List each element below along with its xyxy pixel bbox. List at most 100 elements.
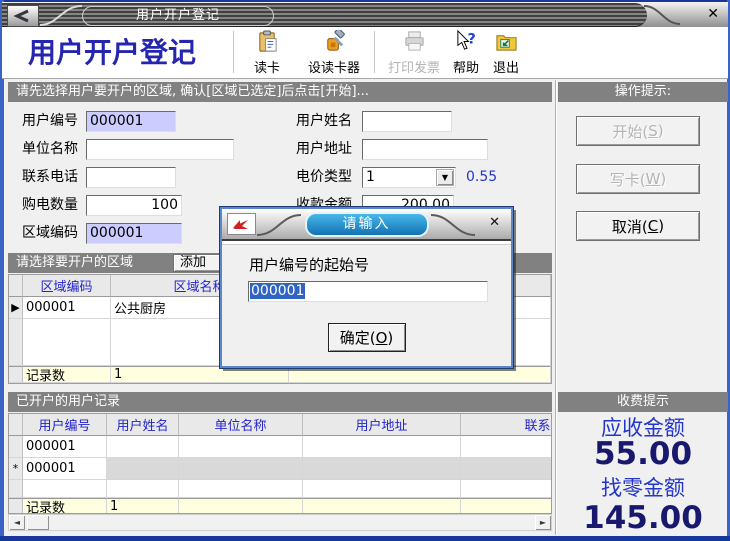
close-icon[interactable]: ✕ [707,6,719,22]
user-address-field[interactable] [362,139,488,160]
window-border-bottom [0,536,730,541]
user-name-field[interactable] [362,111,452,132]
area-row-code[interactable]: 000001 [23,297,111,319]
records-row-cell[interactable] [179,436,303,458]
price-type-label: 电价类型 [296,167,352,188]
dialog-input-selected-text: 000001 [250,283,305,299]
records-footer-filler [461,498,552,514]
new-row-marker: * [9,458,23,480]
write-card-label-end: ) [660,170,666,188]
start-button-label-end: ) [658,122,664,140]
chevron-down-icon[interactable]: ▼ [436,169,454,186]
records-row-user-id[interactable]: 000001 [23,436,107,458]
change-value: 145.00 [558,500,728,536]
read-card-label: 读卡 [254,57,280,76]
records-col-phone[interactable]: 联系电话 [461,414,552,436]
records-footer-filler [179,498,303,514]
records-table: 用户编号 用户姓名 单位名称 用户地址 联系电话 000001 * 000001… [8,413,552,514]
cancel-button-accel: C [648,217,658,235]
exit-button[interactable]: 退出 [490,30,522,76]
dialog-prompt: 用户编号的起始号 [249,254,369,275]
records-row-cell[interactable] [303,458,461,480]
setup-reader-button[interactable]: 设读卡器 [300,30,368,76]
records-col-user-id[interactable]: 用户编号 [23,414,107,436]
dialog-body: 用户编号的起始号 000001 确定(O) [222,245,511,367]
window-title: 用户开户登记 [82,6,274,26]
print-invoice-button: 打印发票 [382,30,446,76]
start-button-label: 开始( [612,121,648,142]
window-border-left [0,0,4,541]
user-name-label: 用户姓名 [296,111,352,132]
dialog-close-icon[interactable]: ✕ [489,215,500,230]
help-icon: ? [455,30,478,57]
ops-panel-header: 操作提示: [558,82,728,102]
records-col-address[interactable]: 用户地址 [303,414,461,436]
instruction-bar: 请先选择用户要开户的区域, 确认[区域已选定]后点击[开始]... [8,82,552,102]
records-footer-label: 记录数 [23,498,107,514]
area-footer-count: 1 [111,366,289,383]
records-row-cell[interactable] [107,458,179,480]
scroll-left-icon[interactable]: ◄ [9,515,25,530]
cancel-button-label: 取消( [612,216,648,237]
help-button[interactable]: ? 帮助 [450,30,482,76]
area-footer-filler [289,366,551,383]
app-logo-icon [7,5,39,27]
toolbar: 用户开户登记 读卡 设读卡器 打印发票 ? 帮助 [2,27,728,79]
area-empty-marker [9,319,23,366]
cancel-button[interactable]: 取消(C) [576,211,700,241]
print-invoice-icon [403,30,426,57]
area-footer-label: 记录数 [23,366,111,383]
records-row-cell[interactable] [461,436,552,458]
exit-label: 退出 [493,57,519,76]
dialog-titlebar[interactable]: 请输入 ✕ [222,209,511,241]
write-card-label: 写卡( [610,169,646,190]
card-read-icon [256,30,279,57]
ok-button-label-end: ) [387,329,393,347]
price-type-select[interactable]: 1 ▼ [362,167,456,188]
window-titlebar[interactable]: 用户开户登记 ✕ [2,2,728,27]
titlebar-swoosh-left [38,3,84,27]
purchase-qty-field[interactable]: 100 [86,195,182,216]
unit-name-field[interactable] [86,139,234,160]
dialog-swoosh-right [429,212,477,237]
area-empty-cell [23,319,111,366]
records-footer-count: 1 [107,498,179,514]
phone-label: 联系电话 [22,167,78,188]
area-footer-marker [9,366,23,383]
panel-divider [555,80,557,535]
records-col-user-name[interactable]: 用户姓名 [107,414,179,436]
records-row-cell[interactable] [107,436,179,458]
help-label: 帮助 [453,57,479,76]
area-code-field[interactable]: 000001 [86,223,182,244]
records-row-user-id[interactable]: 000001 [23,458,107,480]
records-footer-filler [303,498,461,514]
svg-text:?: ? [467,31,475,47]
phone-field[interactable] [86,167,176,188]
purchase-qty-label: 购电数量 [22,195,78,216]
records-row-cell[interactable] [303,436,461,458]
scrollbar-track[interactable] [49,515,535,530]
setup-reader-label: 设读卡器 [308,57,360,76]
start-button: 开始(S) [576,116,700,146]
read-card-button[interactable]: 读卡 [242,30,292,76]
records-empty-cell [179,480,303,498]
records-col-unit-name[interactable]: 单位名称 [179,414,303,436]
records-section-header: 已开户的用户记录 [8,392,552,412]
records-row-cell[interactable] [461,458,552,480]
scrollbar-thumb[interactable] [27,515,49,530]
records-empty-marker [9,480,23,498]
horizontal-scrollbar[interactable]: ◄ ► [8,514,552,531]
user-id-field[interactable]: 000001 [86,111,176,132]
dialog-input[interactable]: 000001 [248,281,488,302]
records-row-cell[interactable] [179,458,303,480]
area-col-code[interactable]: 区域编码 [23,275,111,297]
row-marker-icon: ▶ [9,297,23,319]
ok-button-accel: O [376,329,388,347]
dialog-logo-icon [227,213,256,235]
records-empty-cell [23,480,107,498]
price-type-value: 1 [366,169,375,185]
scroll-right-icon[interactable]: ► [535,515,551,530]
records-footer-marker [9,498,23,514]
user-id-label: 用户编号 [22,111,78,132]
ok-button[interactable]: 确定(O) [328,323,406,352]
